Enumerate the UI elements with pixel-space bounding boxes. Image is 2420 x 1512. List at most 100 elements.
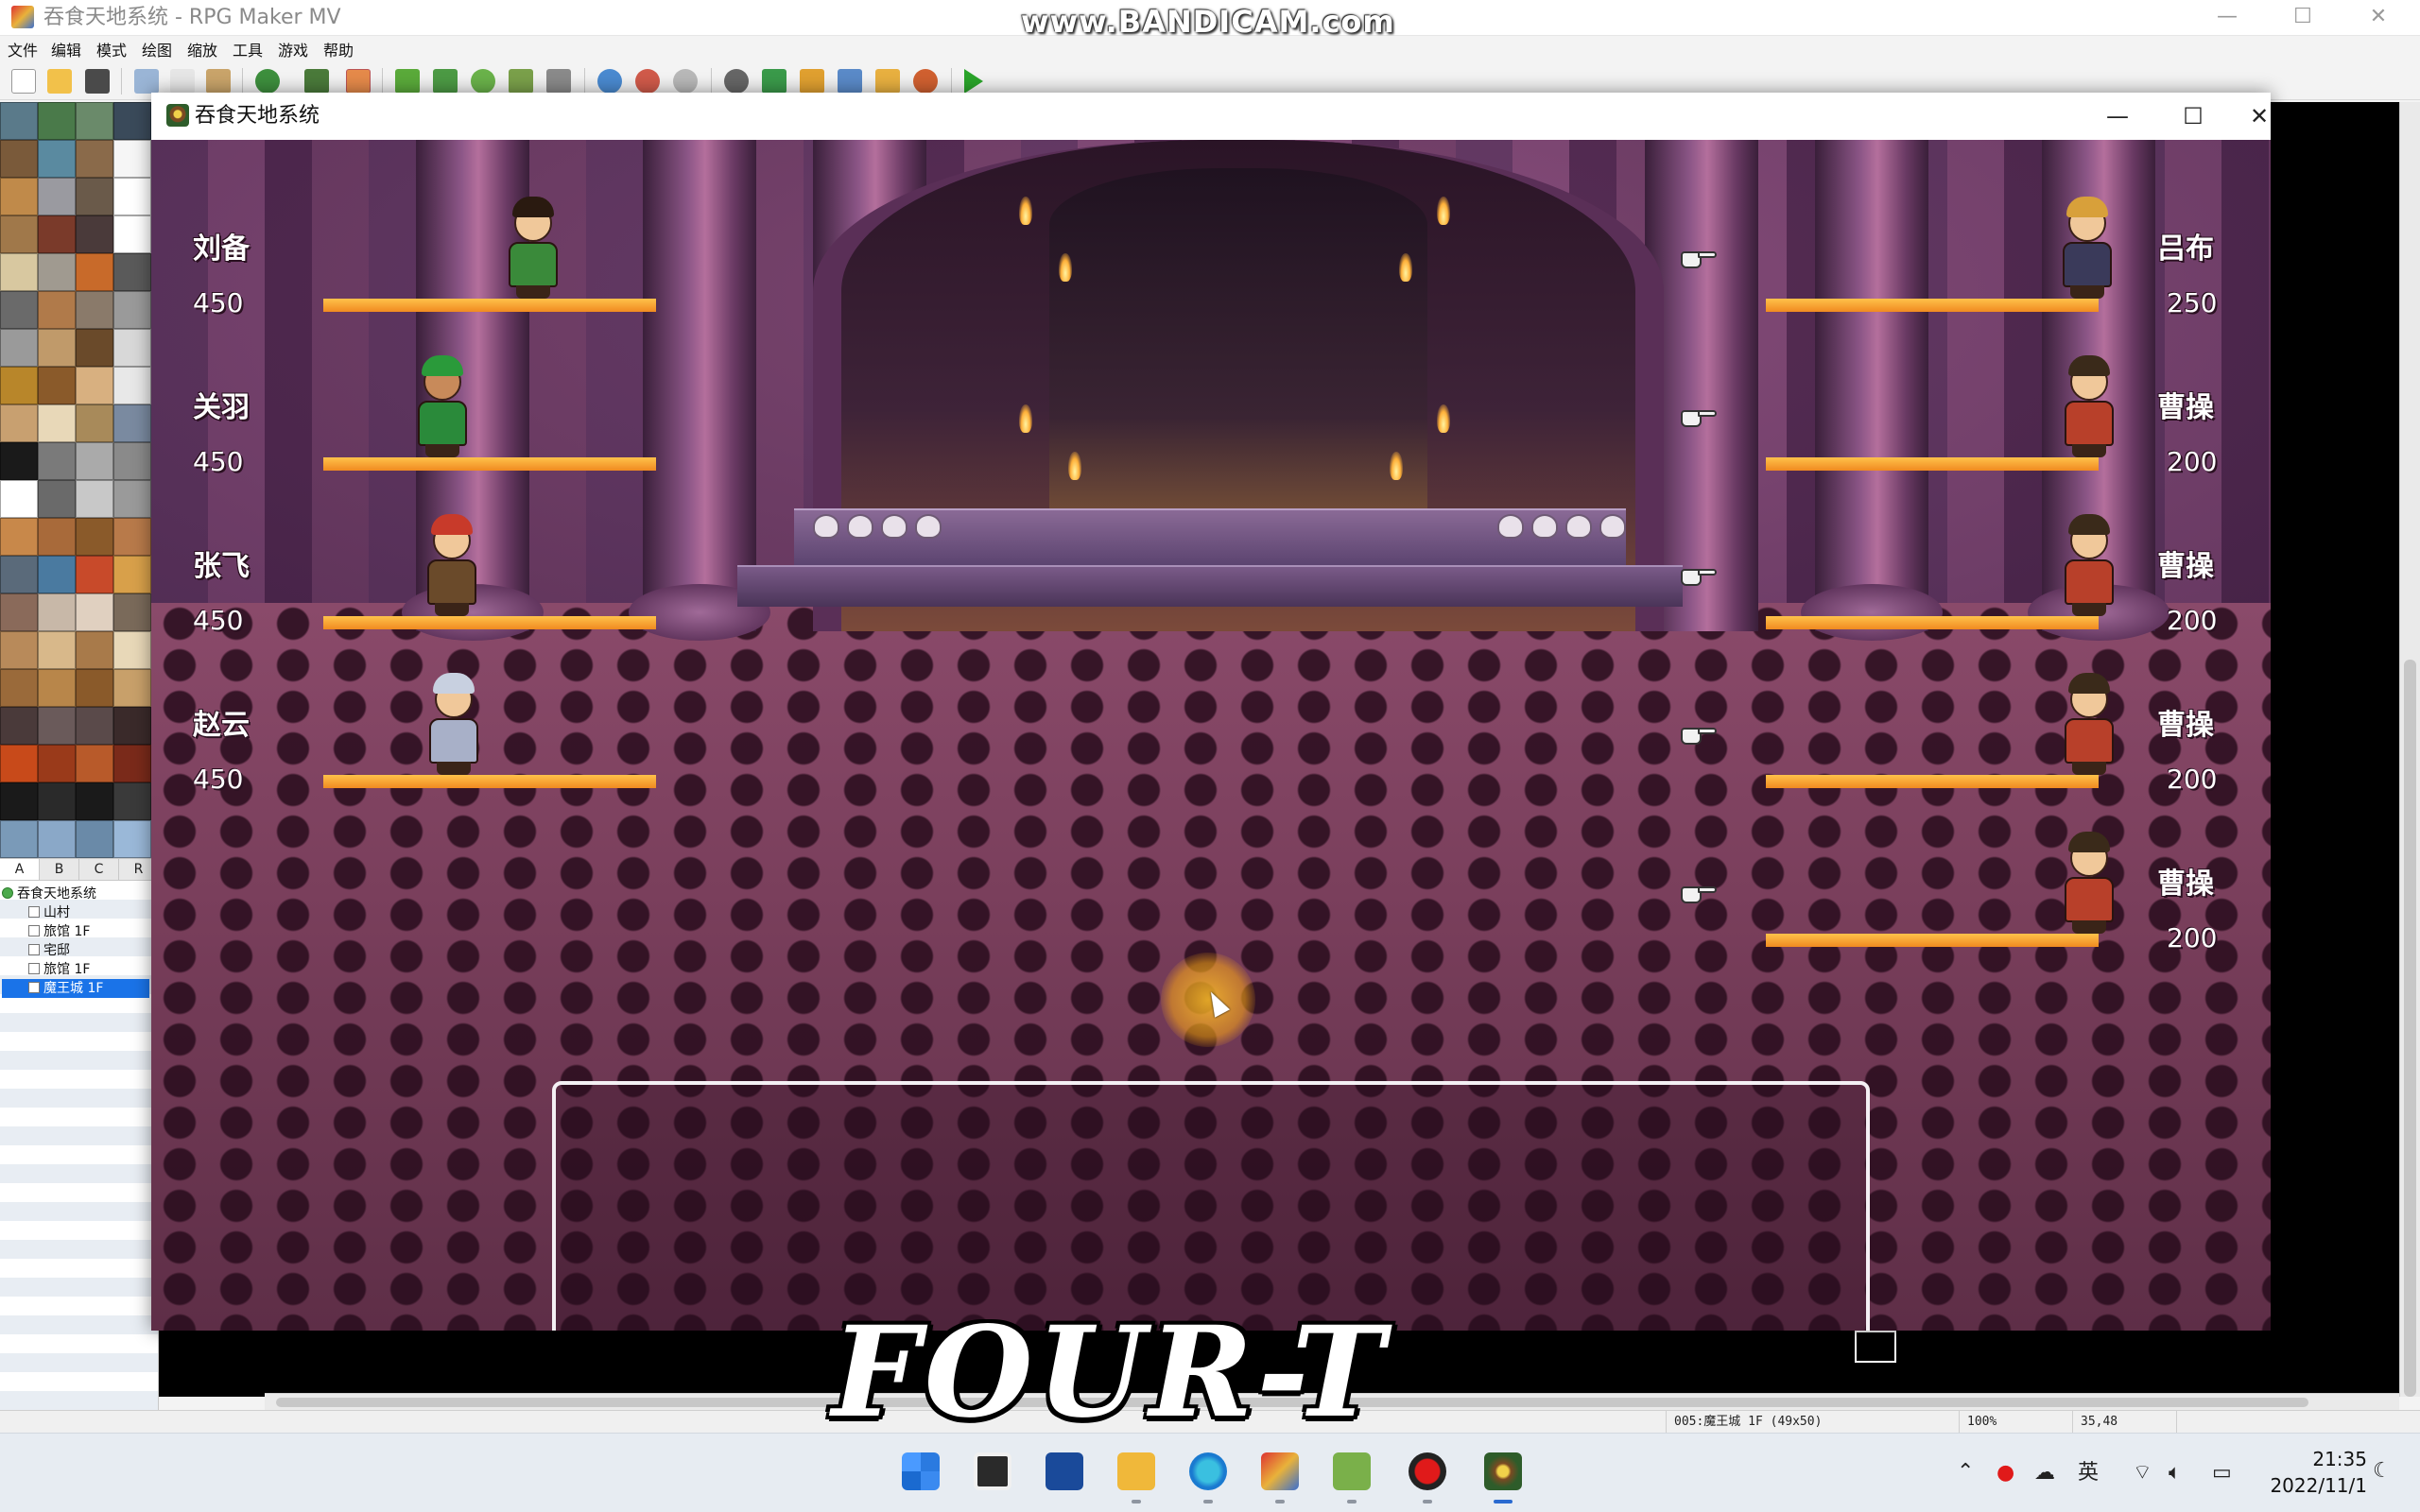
map-vertical-scrollbar[interactable] <box>2399 102 2420 1397</box>
palette-tile[interactable] <box>113 102 151 140</box>
map-tree-item-selected[interactable]: 魔王城 1F <box>2 979 149 998</box>
palette-tile[interactable] <box>0 291 38 329</box>
tray-overflow-chevron-icon[interactable]: ⌃ <box>1957 1460 1974 1484</box>
palette-tile[interactable] <box>76 329 113 367</box>
event-mode-icon[interactable] <box>346 69 371 94</box>
palette-tile[interactable] <box>113 820 151 858</box>
palette-tile[interactable] <box>38 593 76 631</box>
editor-close-button[interactable]: ✕ <box>2341 0 2416 36</box>
map-tree-item[interactable]: 旅馆 1F <box>28 922 157 941</box>
menu-edit[interactable]: 编辑 <box>51 42 81 60</box>
palette-tile[interactable] <box>113 480 151 518</box>
palette-tile[interactable] <box>113 367 151 404</box>
palette-tile[interactable] <box>0 593 38 631</box>
ally-sprite-liubei[interactable] <box>497 193 569 299</box>
tray-record-icon[interactable]: ● <box>1996 1460 2014 1486</box>
palette-tile[interactable] <box>113 253 151 291</box>
palette-tile[interactable] <box>0 631 38 669</box>
save-project-icon[interactable] <box>85 69 110 94</box>
palette-tile[interactable] <box>113 404 151 442</box>
taskbar-clock-date[interactable]: 2022/11/1 <box>2254 1473 2367 1498</box>
palette-tile[interactable] <box>76 593 113 631</box>
ally-sprite-guanyu[interactable] <box>406 352 478 457</box>
battery-icon[interactable]: ▭ <box>2212 1460 2232 1486</box>
palette-tile[interactable] <box>113 178 151 215</box>
palette-tile[interactable] <box>113 291 151 329</box>
tileset-tab-a[interactable]: A <box>0 859 40 880</box>
enemy-sprite-caocao[interactable] <box>2053 828 2125 934</box>
database-gear-icon[interactable] <box>724 69 749 94</box>
palette-tile[interactable] <box>38 140 76 178</box>
event-search-icon[interactable] <box>838 69 862 94</box>
palette-tile[interactable] <box>76 631 113 669</box>
palette-tile[interactable] <box>38 782 76 820</box>
palette-tile[interactable] <box>76 669 113 707</box>
palette-tile[interactable] <box>38 745 76 782</box>
cut-icon[interactable] <box>134 69 159 94</box>
focus-moon-icon[interactable]: ☾ <box>2373 1458 2392 1485</box>
palette-tile[interactable] <box>76 367 113 404</box>
windows-start-icon[interactable] <box>902 1452 940 1490</box>
paste-icon[interactable] <box>206 69 231 94</box>
palette-tile[interactable] <box>113 215 151 253</box>
palette-tile[interactable] <box>38 367 76 404</box>
resource-manager-icon[interactable] <box>875 69 900 94</box>
palette-tile[interactable] <box>113 707 151 745</box>
battle-stage[interactable]: 刘备 450 关羽 450 张飞 450 赵云 450 吕布 250 曹操 20… <box>151 140 2271 1331</box>
editor-maximize-button[interactable]: ☐ <box>2265 0 2341 36</box>
palette-tile[interactable] <box>0 367 38 404</box>
palette-tile[interactable] <box>38 669 76 707</box>
new-project-icon[interactable] <box>11 69 36 94</box>
map-vertical-scroll-thumb[interactable] <box>2404 660 2416 1397</box>
palette-tile[interactable] <box>76 404 113 442</box>
microsoft-store-icon[interactable] <box>1046 1452 1083 1490</box>
menu-tools[interactable]: 工具 <box>233 42 263 60</box>
fill-icon[interactable] <box>509 69 533 94</box>
palette-tile[interactable] <box>76 556 113 593</box>
enemy-sprite-lvbu[interactable] <box>2051 193 2123 299</box>
palette-tile[interactable] <box>38 215 76 253</box>
palette-tile[interactable] <box>76 707 113 745</box>
palette-tile[interactable] <box>0 480 38 518</box>
palette-tile[interactable] <box>0 518 38 556</box>
menu-scale[interactable]: 缩放 <box>187 42 217 60</box>
bandicam-record-icon[interactable] <box>1409 1452 1446 1490</box>
palette-tile[interactable] <box>113 329 151 367</box>
palette-tile[interactable] <box>38 329 76 367</box>
menu-draw[interactable]: 绘图 <box>142 42 172 60</box>
palette-tile[interactable] <box>0 140 38 178</box>
palette-tile[interactable] <box>0 253 38 291</box>
menu-file[interactable]: 文件 <box>8 42 38 60</box>
ally-sprite-zhaoyun[interactable] <box>418 669 490 775</box>
enemy-sprite-caocao[interactable] <box>2053 669 2125 775</box>
palette-tile[interactable] <box>113 593 151 631</box>
tray-cloud-icon[interactable]: ☁ <box>2034 1460 2055 1486</box>
task-view-icon[interactable] <box>974 1452 1011 1490</box>
character-generator-icon[interactable] <box>913 69 938 94</box>
palette-tile[interactable] <box>38 480 76 518</box>
sound-test-icon[interactable] <box>800 69 824 94</box>
plugin-manager-icon[interactable] <box>762 69 786 94</box>
enemy-sprite-caocao[interactable] <box>2053 352 2125 457</box>
shadow-pen-icon[interactable] <box>546 69 571 94</box>
pencil-icon[interactable] <box>395 69 420 94</box>
palette-tile[interactable] <box>113 518 151 556</box>
palette-tile[interactable] <box>113 556 151 593</box>
palette-tile[interactable] <box>76 140 113 178</box>
paint-app-icon[interactable] <box>1333 1452 1371 1490</box>
palette-tile[interactable] <box>0 556 38 593</box>
zoom-out-icon[interactable] <box>635 69 660 94</box>
palette-tile[interactable] <box>38 556 76 593</box>
map-tree-item[interactable]: 宅邸 <box>28 941 157 960</box>
palette-tile[interactable] <box>113 782 151 820</box>
zoom-in-icon[interactable] <box>597 69 622 94</box>
file-explorer-icon[interactable] <box>1117 1452 1155 1490</box>
palette-tile[interactable] <box>76 178 113 215</box>
menu-mode[interactable]: 模式 <box>96 42 127 60</box>
palette-tile[interactable] <box>38 820 76 858</box>
rpg-maker-taskbar-icon[interactable] <box>1261 1452 1299 1490</box>
palette-tile[interactable] <box>38 291 76 329</box>
editor-minimize-button[interactable]: — <box>2189 0 2265 36</box>
palette-tile[interactable] <box>0 745 38 782</box>
actual-size-icon[interactable] <box>673 69 698 94</box>
